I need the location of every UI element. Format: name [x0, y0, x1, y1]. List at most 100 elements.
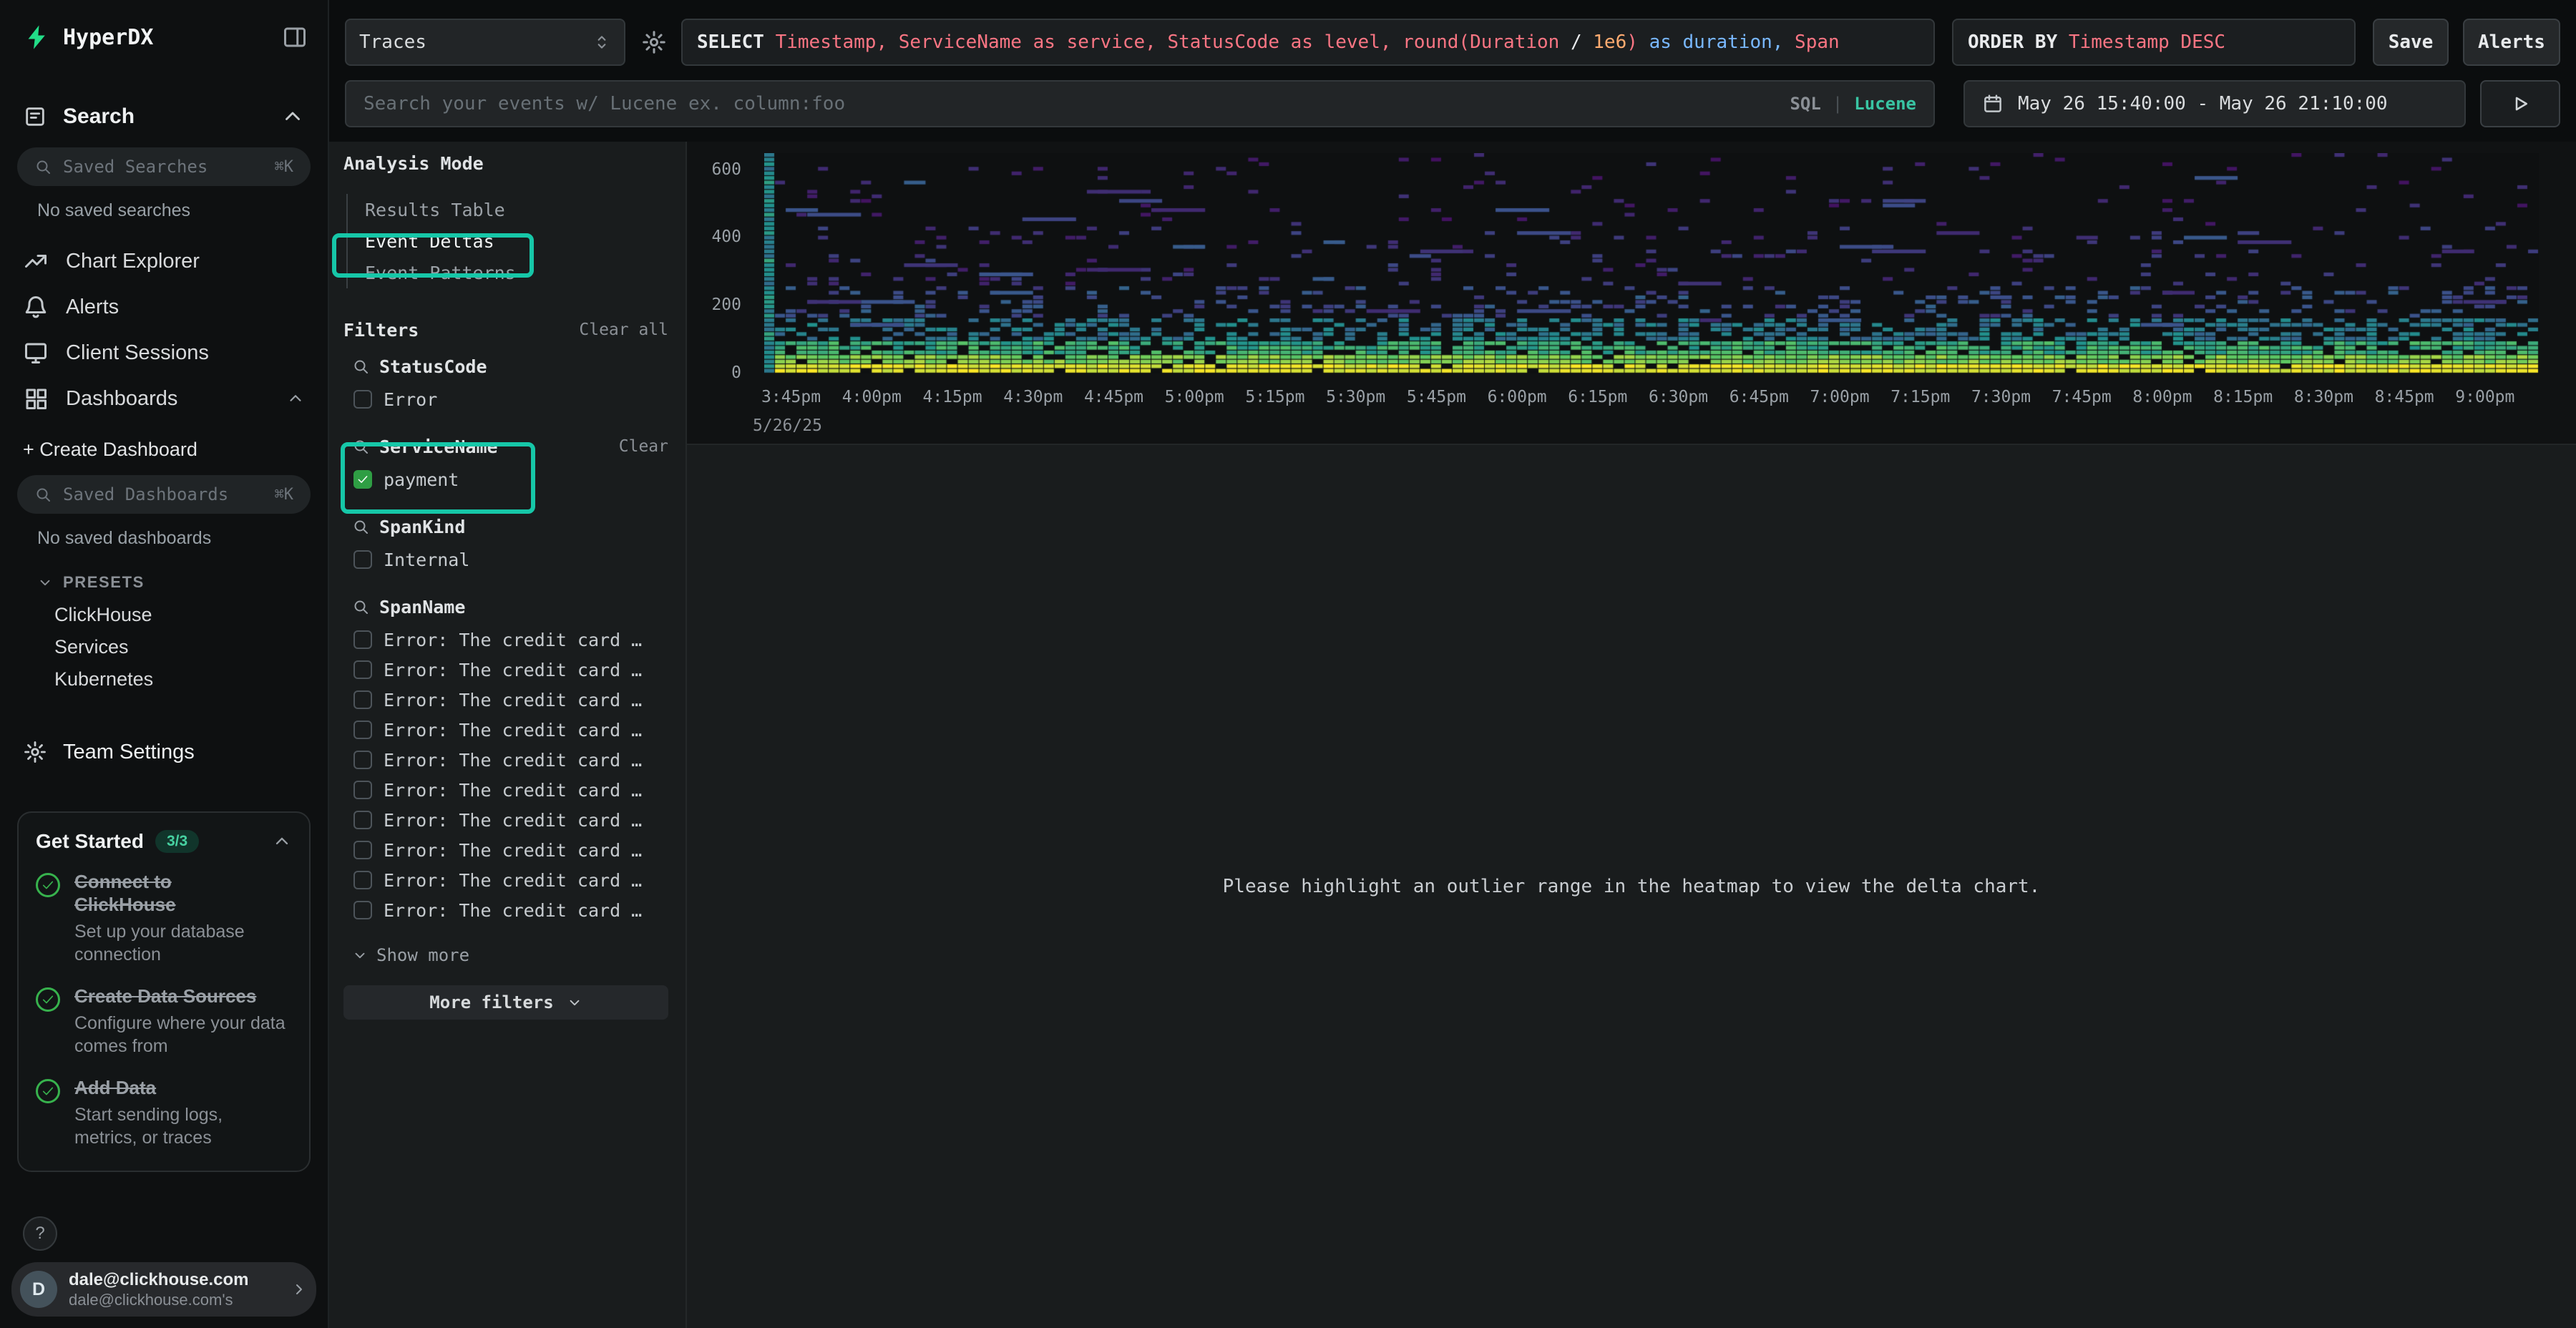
filters-header: Filters Clear all: [343, 317, 668, 343]
sidebar-collapse-icon[interactable]: [282, 24, 308, 50]
get-started-item-create-data-sources[interactable]: Create Data SourcesConfigure where your …: [36, 985, 292, 1058]
sidebar: HyperDX Search Saved Searches ⌘K No save…: [0, 0, 329, 1328]
analysis-mode-event-patterns[interactable]: Event Patterns: [348, 257, 671, 288]
no-saved-searches-text: No saved searches: [0, 186, 328, 230]
order-by-keyword: ORDER BY: [1968, 31, 2069, 53]
chart-area: 5/26/25 60040020003:45pm4:00pm4:15pm4:30…: [687, 142, 2576, 1328]
get-started-item-text: Connect to ClickHouseSet up your databas…: [74, 870, 289, 966]
more-filters-button[interactable]: More filters: [343, 985, 668, 1020]
sql-select-editor[interactable]: SELECT Timestamp, ServiceName as service…: [681, 19, 1935, 66]
get-started-header[interactable]: Get Started 3/3: [36, 830, 292, 853]
sidebar-item-chart-explorer[interactable]: Chart Explorer: [0, 238, 328, 284]
search-icon: [352, 438, 369, 455]
checkbox[interactable]: [353, 660, 372, 679]
filter-option-error-the-credit-card[interactable]: Error: The credit card …: [343, 685, 671, 715]
user-meta: dale@clickhouse.com dale@clickhouse.com'…: [69, 1269, 279, 1309]
help-button[interactable]: ?: [23, 1216, 57, 1251]
calendar-icon: [1982, 93, 2004, 114]
sidebar-item-label: Chart Explorer: [66, 250, 200, 273]
sidebar-preset-clickhouse[interactable]: ClickHouse: [0, 599, 328, 631]
filter-option-error-the-credit-card[interactable]: Error: The credit card …: [343, 865, 671, 895]
get-started-item-connect-to-clickhouse[interactable]: Connect to ClickHouseSet up your databas…: [36, 870, 292, 966]
filter-option-payment[interactable]: payment: [343, 464, 671, 494]
x-axis-label: 6:30pm: [1649, 388, 1708, 406]
create-dashboard-button[interactable]: + Create Dashboard: [0, 421, 328, 469]
checkbox[interactable]: [353, 721, 372, 739]
x-axis-label: 5:00pm: [1165, 388, 1224, 406]
x-axis-label: 4:45pm: [1084, 388, 1143, 406]
main-area: Traces SELECT Timestamp, ServiceName as …: [329, 0, 2576, 1328]
filter-option-error-the-credit-card[interactable]: Error: The credit card …: [343, 625, 671, 655]
user-email: dale@clickhouse.com: [69, 1269, 279, 1291]
source-select[interactable]: Traces: [345, 19, 625, 66]
checkbox[interactable]: [353, 871, 372, 889]
filter-option-error-the-credit-card[interactable]: Error: The credit card …: [343, 835, 671, 865]
filter-option-label: Error: The credit card …: [384, 720, 642, 741]
checkbox[interactable]: [353, 751, 372, 769]
filter-option-error-the-credit-card[interactable]: Error: The credit card …: [343, 805, 671, 835]
get-started-item-title: Connect to ClickHouse: [74, 870, 272, 916]
search-input[interactable]: Search your events w/ Lucene ex. column:…: [345, 80, 1935, 127]
analysis-mode-results-table[interactable]: Results Table: [348, 194, 671, 225]
duration-heatmap[interactable]: [764, 153, 2539, 374]
filter-option-label: Error: The credit card …: [384, 630, 642, 650]
y-axis-label: 400: [687, 228, 753, 246]
filter-option-label: Error: The credit card …: [384, 690, 642, 711]
clear-filter-link[interactable]: Clear: [619, 437, 668, 456]
x-axis-label: 6:15pm: [1568, 388, 1627, 406]
filter-option-error[interactable]: Error: [343, 384, 671, 414]
source-settings-gear-icon[interactable]: [641, 29, 667, 55]
get-started-item-desc: Start sending logs, metrics, or traces: [74, 1103, 289, 1149]
sidebar-item-alerts[interactable]: Alerts: [0, 284, 328, 330]
checkbox[interactable]: [353, 470, 372, 489]
sidebar-preset-services[interactable]: Services: [0, 631, 328, 663]
query-row: Traces SELECT Timestamp, ServiceName as …: [345, 19, 2560, 66]
checkbox[interactable]: [353, 550, 372, 569]
sidebar-item-team-settings[interactable]: Team Settings: [0, 727, 328, 777]
checkbox[interactable]: [353, 630, 372, 649]
sidebar-item-dashboards[interactable]: Dashboards: [0, 376, 328, 421]
search-icon: [34, 486, 52, 503]
checkbox[interactable]: [353, 781, 372, 799]
chevron-down-icon: [352, 947, 368, 963]
sql-token: /: [1559, 31, 1593, 53]
filter-option-error-the-credit-card[interactable]: Error: The credit card …: [343, 775, 671, 805]
user-menu[interactable]: D dale@clickhouse.com dale@clickhouse.co…: [11, 1262, 316, 1317]
alerts-button[interactable]: Alerts: [2463, 19, 2560, 66]
mode-toggle-lucene[interactable]: Lucene: [1854, 94, 1916, 114]
checkbox[interactable]: [353, 811, 372, 829]
filter-option-internal[interactable]: Internal: [343, 545, 671, 575]
filter-group-spankind: SpanKindInternal: [343, 514, 671, 575]
sidebar-preset-kubernetes[interactable]: Kubernetes: [0, 663, 328, 695]
presets-toggle[interactable]: PRESETS: [0, 557, 328, 599]
search-row: Search your events w/ Lucene ex. column:…: [345, 80, 2560, 127]
get-started-item-add-data[interactable]: Add DataStart sending logs, metrics, or …: [36, 1076, 292, 1149]
analysis-mode-event-deltas[interactable]: Event Deltas: [348, 225, 671, 257]
more-filters-label: More filters: [429, 992, 553, 1012]
filter-option-error-the-credit-card[interactable]: Error: The credit card …: [343, 895, 671, 925]
filter-option-error-the-credit-card[interactable]: Error: The credit card …: [343, 715, 671, 745]
saved-dashboards-input[interactable]: Saved Dashboards ⌘K: [17, 475, 311, 514]
show-more-link[interactable]: Show more: [352, 945, 671, 965]
checkbox[interactable]: [353, 901, 372, 919]
mode-toggle-sql[interactable]: SQL: [1790, 94, 1820, 114]
sidebar-footer: ? D dale@clickhouse.com dale@clickhouse.…: [0, 1208, 328, 1328]
sidebar-item-client-sessions[interactable]: Client Sessions: [0, 330, 328, 376]
run-query-button[interactable]: [2480, 80, 2560, 127]
filter-option-error-the-credit-card[interactable]: Error: The credit card …: [343, 745, 671, 775]
x-axis-label: 6:45pm: [1729, 388, 1789, 406]
order-by-editor[interactable]: ORDER BY Timestamp DESC: [1952, 19, 2356, 66]
search-icon: [34, 158, 52, 175]
checkbox[interactable]: [353, 690, 372, 709]
filter-option-error-the-credit-card[interactable]: Error: The credit card …: [343, 655, 671, 685]
filter-option-label: Error: The credit card …: [384, 780, 642, 801]
saved-searches-input[interactable]: Saved Searches ⌘K: [17, 147, 311, 186]
checkbox[interactable]: [353, 841, 372, 859]
get-started-item-desc: Set up your database connection: [74, 920, 289, 966]
clear-all-filters-link[interactable]: Clear all: [579, 321, 668, 339]
date-range-picker[interactable]: May 26 15:40:00 - May 26 21:10:00: [1963, 80, 2466, 127]
checkbox[interactable]: [353, 390, 372, 409]
sidebar-section-search[interactable]: Search: [0, 92, 328, 142]
bell-icon: [23, 294, 49, 320]
save-button[interactable]: Save: [2373, 19, 2449, 66]
